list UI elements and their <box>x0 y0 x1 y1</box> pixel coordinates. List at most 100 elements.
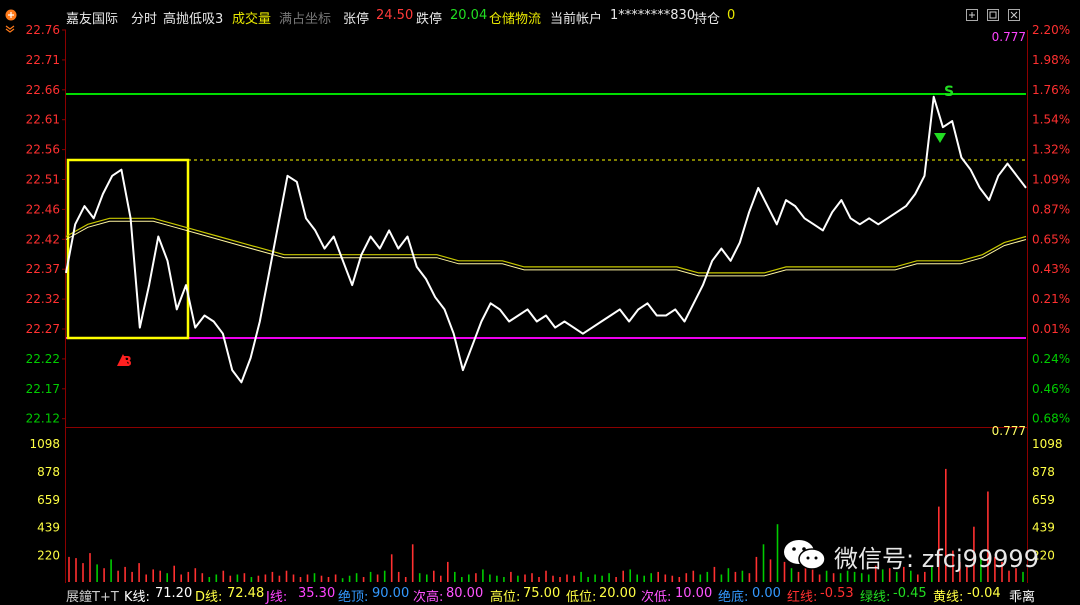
low-pos-value: 20.00 <box>599 586 637 601</box>
left-volume-tick-label: 439 <box>37 521 60 535</box>
top-label: 绝顶: <box>338 590 369 605</box>
right-volume-tick-label: 878 <box>1032 465 1055 479</box>
position-label: 持仓 <box>694 12 721 27</box>
deviation-label: 乖离 <box>1009 590 1036 605</box>
range-box <box>66 158 190 340</box>
d-line-label: D线: <box>195 590 223 605</box>
left-price-tick-label: 22.27 <box>26 322 60 336</box>
limit-up-value: 24.50 <box>376 8 414 23</box>
yellow-line-value: -0.04 <box>967 586 1001 601</box>
left-price-tick-label: 22.61 <box>26 113 60 127</box>
right-percent-tick-label: 1.54% <box>1032 113 1070 127</box>
left-price-tick-label: 22.12 <box>26 412 60 426</box>
indicator-value-top: 0.777 <box>992 30 1026 44</box>
level-lines <box>66 93 1026 339</box>
avg-line-group <box>65 217 1027 277</box>
left-volume-ticks: 1098 878 659 439 220 <box>29 437 60 563</box>
left-price-tick-label: 22.17 <box>26 382 60 396</box>
right-percent-tick-label: 1.32% <box>1032 143 1070 157</box>
collapse-chevron-icon[interactable] <box>5 25 15 33</box>
add-icon[interactable] <box>966 9 978 21</box>
account-value: 1********830 <box>610 8 696 23</box>
right-volume-tick-label: 1098 <box>1032 437 1063 451</box>
next-low-value: 10.00 <box>675 586 713 601</box>
right-percent-tick-label: 0.21% <box>1032 292 1070 306</box>
account-label: 当前帐户 <box>550 12 603 27</box>
j-line-label: J线: <box>266 590 288 605</box>
indicator-footer: 展鐘T+T K线: 71.20 D线: 72.48 J线: 35.30 绝顶: … <box>0 583 1080 605</box>
left-volume-tick-label: 1098 <box>29 437 60 451</box>
low-pos-label: 低位: <box>566 590 597 605</box>
high-pos-label: 高位: <box>490 590 521 605</box>
full-coord-toggle[interactable]: 满占坐标 <box>279 8 331 27</box>
chart-frame <box>65 30 1028 583</box>
left-price-tick-label: 22.22 <box>26 352 60 366</box>
right-percent-tick-label: 0.24% <box>1032 352 1070 366</box>
limit-up-label: 张停 <box>343 12 370 27</box>
bottom-value: 0.00 <box>752 586 781 601</box>
left-price-tick-label: 22.42 <box>26 232 60 246</box>
trade-signals: BS <box>117 84 954 370</box>
volume-label[interactable]: 成交量 <box>232 8 271 27</box>
avg-line <box>65 217 1027 274</box>
position-value: 0 <box>727 8 736 23</box>
bottom-label: 绝底: <box>718 590 749 605</box>
right-percent-tick-label: 1.09% <box>1032 173 1070 187</box>
limit-down-value: 20.04 <box>450 8 488 23</box>
price-line-group <box>65 95 1027 384</box>
left-price-tick-label: 22.56 <box>26 143 60 157</box>
j-line-value: 35.30 <box>298 586 336 601</box>
left-volume-tick-label: 878 <box>37 465 60 479</box>
indicator-value-bottom: 0.777 <box>992 424 1026 438</box>
right-percent-tick-label: 0.68% <box>1032 412 1070 426</box>
stock-name: 嘉友国际 <box>66 12 119 27</box>
menu-icon[interactable] <box>5 9 17 21</box>
right-percent-tick-label: 1.98% <box>1032 53 1070 67</box>
k-line-value: 71.20 <box>155 586 193 601</box>
footer-label[interactable]: 展鐘T+T <box>66 586 119 605</box>
close-icon[interactable] <box>1008 9 1020 21</box>
indicator-name[interactable]: 高抛低吸3 <box>163 8 223 27</box>
left-price-tick-label: 22.66 <box>26 83 60 97</box>
sector-name[interactable]: 仓储物流 <box>489 8 541 27</box>
sell-signal-label: S <box>944 84 954 100</box>
price-line <box>65 95 1027 384</box>
wechat-icon <box>784 540 826 570</box>
green-line-label: 绿线: <box>860 590 891 605</box>
left-price-ticks: 22.7622.7122.6622.6122.5622.5122.4622.42… <box>26 23 60 426</box>
high-pos-value: 75.00 <box>523 586 561 601</box>
next-high-label: 次高: <box>413 590 444 605</box>
range-box-rect <box>66 158 190 340</box>
watermark: 微信号: zfcj99999 <box>782 537 1052 573</box>
d-line-value: 72.48 <box>227 586 265 601</box>
buy-signal-label: B <box>122 355 132 370</box>
left-volume-tick-label: 659 <box>37 493 60 507</box>
right-percent-tick-label: 0.46% <box>1032 382 1070 396</box>
right-volume-tick-label: 439 <box>1032 521 1055 535</box>
next-low-label: 次低: <box>641 590 672 605</box>
intraday-chart[interactable]: 22.7622.7122.6622.6122.5622.5122.4622.42… <box>0 0 1080 605</box>
right-percent-tick-label: 0.65% <box>1032 232 1070 246</box>
red-line-label: 红线: <box>787 590 818 605</box>
right-percent-ticks: 2.20%1.98%1.76%1.54%1.32%1.09%0.87%0.65%… <box>1032 23 1070 426</box>
sell-signal-marker <box>934 133 946 143</box>
red-line-value: -0.53 <box>820 586 854 601</box>
view-mode[interactable]: 分时 <box>131 8 157 27</box>
right-volume-tick-label: 659 <box>1032 493 1055 507</box>
right-percent-tick-label: 0.01% <box>1032 322 1070 336</box>
right-percent-tick-label: 0.87% <box>1032 202 1070 216</box>
top-value: 90.00 <box>372 586 410 601</box>
k-line-label: K线: <box>124 590 150 605</box>
left-price-tick-label: 22.32 <box>26 292 60 306</box>
left-price-tick-label: 22.46 <box>26 202 60 216</box>
left-price-tick-label: 22.51 <box>26 173 60 187</box>
yellow-line-label: 黄线: <box>933 590 964 605</box>
right-percent-tick-label: 0.43% <box>1032 262 1070 276</box>
avg-line-secondary <box>65 220 1027 277</box>
left-price-tick-label: 22.37 <box>26 262 60 276</box>
chart-header: 嘉友国际 分时 高抛低吸3 成交量 满占坐标 张停 24.50 跌停 20.04… <box>0 0 1080 33</box>
window-icon[interactable] <box>987 9 999 21</box>
limit-down-label: 跌停 <box>416 12 443 27</box>
left-volume-tick-label: 220 <box>37 549 60 563</box>
right-percent-tick-label: 1.76% <box>1032 83 1070 97</box>
